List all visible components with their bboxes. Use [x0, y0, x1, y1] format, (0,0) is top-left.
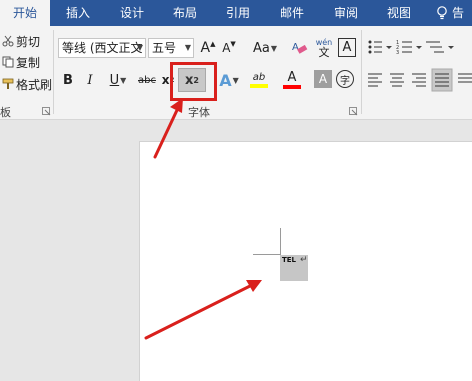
- tab-view[interactable]: 视图: [374, 0, 424, 26]
- group-separator: [53, 30, 54, 114]
- text-effects-icon: A: [219, 70, 232, 90]
- clear-formatting-button[interactable]: A: [290, 38, 310, 58]
- align-right-icon: [412, 73, 426, 87]
- phonetic-guide-button[interactable]: wén 文: [313, 36, 335, 60]
- scissors-icon: [2, 35, 14, 47]
- svg-text:3: 3: [396, 50, 399, 56]
- copy-icon: [2, 56, 14, 68]
- character-shading-button[interactable]: A: [314, 70, 332, 88]
- subscript-icon: x: [161, 73, 170, 87]
- phonetic-guide-char: 文: [318, 45, 330, 59]
- font-color-swatch: [283, 85, 301, 89]
- chevron-down-icon: ▼: [184, 43, 191, 52]
- shrink-font-icon: A: [222, 41, 231, 55]
- font-color-button[interactable]: A: [278, 69, 306, 91]
- character-border-icon: A: [342, 40, 352, 55]
- lightbulb-icon[interactable]: [436, 6, 448, 20]
- shrink-font-button[interactable]: A ▼: [220, 38, 238, 58]
- highlight-color-swatch: [250, 84, 268, 88]
- paragraph-mark: ↵: [300, 255, 308, 265]
- distributed-icon: [458, 73, 472, 83]
- grow-font-icon: A: [200, 40, 211, 56]
- eraser-icon: A: [292, 42, 308, 54]
- format-painter-label: 格式刷: [16, 77, 53, 92]
- strikethrough-icon: abc: [138, 74, 156, 86]
- underline-icon: U: [109, 72, 120, 88]
- copy-button[interactable]: 复制: [2, 53, 40, 71]
- margin-corner-mark: [280, 228, 281, 255]
- chevron-down-icon: ▼: [136, 43, 143, 52]
- italic-button[interactable]: I: [82, 70, 98, 90]
- font-dialog-launcher-icon[interactable]: [349, 107, 358, 116]
- text-effects-button[interactable]: A ▼: [216, 69, 242, 91]
- align-center-icon: [390, 73, 404, 87]
- cut-label: 剪切: [16, 34, 41, 49]
- justify-selected: [431, 68, 453, 92]
- selected-text[interactable]: TEL: [282, 256, 296, 264]
- tab-references[interactable]: 引用: [212, 0, 264, 26]
- change-case-button[interactable]: Aa ▼: [249, 38, 281, 58]
- grow-font-button[interactable]: A ▲: [199, 38, 217, 58]
- font-name-value: 等线 (西文正文: [62, 41, 143, 55]
- underline-button[interactable]: U ▼: [104, 70, 132, 90]
- numbering-icon: 1 2 3: [396, 40, 422, 56]
- align-left-icon: [368, 73, 382, 87]
- highlight-color-button[interactable]: ab: [245, 69, 273, 91]
- tab-mailings[interactable]: 邮件: [266, 0, 318, 26]
- bullets-icon: [368, 40, 392, 54]
- tab-design[interactable]: 设计: [106, 0, 158, 26]
- multilevel-list-icon: [426, 41, 454, 53]
- font-size-value: 五号: [152, 41, 177, 55]
- italic-icon: I: [87, 72, 93, 88]
- font-size-combo[interactable]: 五号 ▼: [148, 38, 194, 58]
- tab-review[interactable]: 审阅: [320, 0, 372, 26]
- tab-insert[interactable]: 插入: [52, 0, 104, 26]
- tell-me-label[interactable]: 告: [452, 0, 464, 26]
- enclose-characters-icon: 字: [340, 75, 350, 87]
- margin-corner-mark: [253, 254, 280, 255]
- ribbon-home: 剪切 复制 格式刷 板 等线 (西文正文 ▼ 五号 ▼ A ▲ A ▼ Aa ▼ A: [0, 26, 472, 120]
- font-color-icon: A: [287, 70, 297, 85]
- character-border-button[interactable]: A: [338, 38, 356, 57]
- ribbon-tab-bar: 开始 插入 设计 布局 引用 邮件 审阅 视图 告: [0, 0, 472, 26]
- change-case-icon: Aa: [252, 40, 270, 56]
- clipboard-group-label: 板: [0, 106, 11, 119]
- format-painter-button[interactable]: 格式刷: [2, 75, 52, 93]
- svg-text:A: A: [292, 42, 299, 53]
- cut-button[interactable]: 剪切: [2, 32, 40, 50]
- character-shading-icon: A: [318, 72, 328, 86]
- tab-home[interactable]: 开始: [0, 0, 50, 26]
- tab-layout[interactable]: 布局: [160, 0, 210, 26]
- font-group-label: 字体: [188, 106, 210, 119]
- font-name-combo[interactable]: 等线 (西文正文 ▼: [58, 38, 146, 58]
- enclose-characters-button[interactable]: 字: [336, 70, 354, 88]
- clipboard-dialog-launcher-icon[interactable]: [42, 107, 51, 116]
- annotation-highlight-box: [170, 62, 217, 101]
- strikethrough-button[interactable]: abc: [136, 70, 158, 90]
- format-painter-icon: [2, 78, 14, 90]
- highlight-icon: ab: [252, 72, 266, 83]
- copy-label: 复制: [16, 55, 41, 70]
- bold-icon: B: [63, 72, 73, 88]
- paragraph-controls: 1 2 3: [368, 40, 472, 92]
- group-separator: [361, 30, 362, 114]
- bold-button[interactable]: B: [60, 70, 76, 90]
